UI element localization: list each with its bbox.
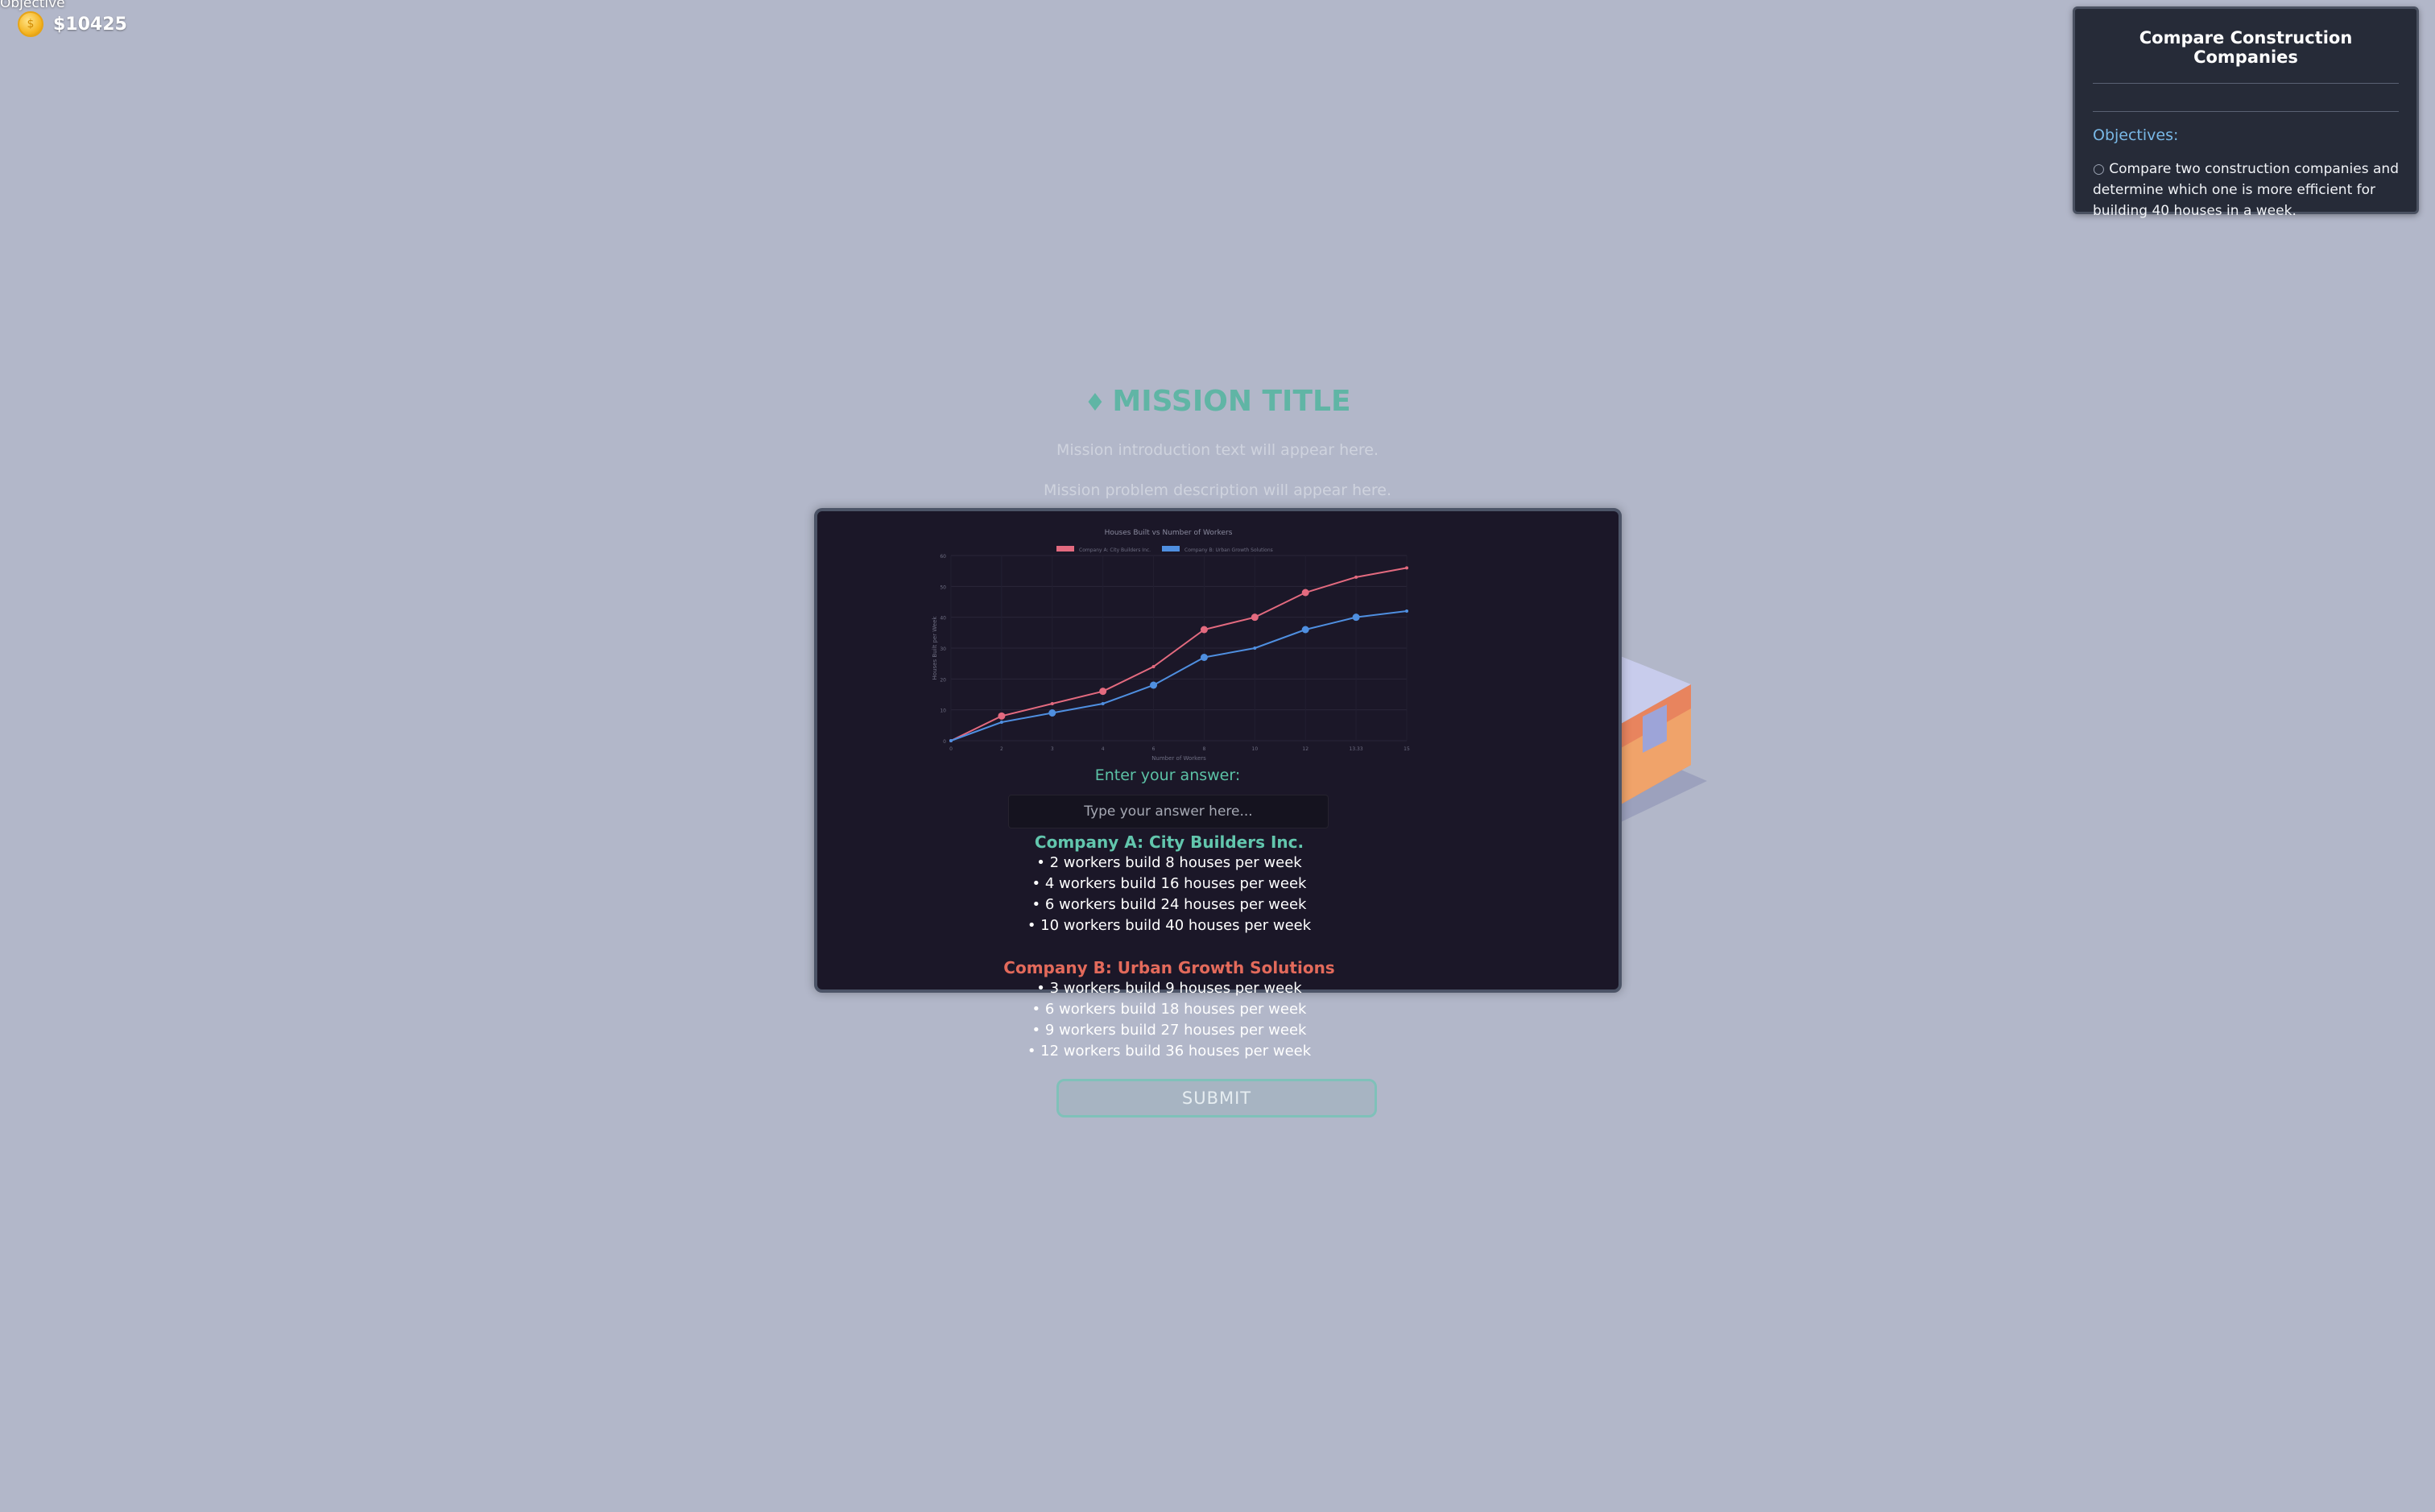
money-amount: $10425 bbox=[53, 14, 127, 35]
company-b-list: • 3 workers build 9 houses per week • 6 … bbox=[862, 978, 1477, 1062]
objectives-subtitle: Objectives: bbox=[2093, 126, 2179, 144]
series-line bbox=[950, 610, 1408, 742]
circle-bullet-icon: ○ bbox=[2093, 161, 2105, 177]
data-point bbox=[1048, 709, 1056, 717]
answer-input[interactable] bbox=[1008, 795, 1329, 828]
x-tick-label: 8 bbox=[1203, 746, 1206, 752]
objectives-panel-title: Compare Construction Companies bbox=[2139, 28, 2353, 67]
data-point bbox=[1150, 681, 1158, 689]
y-tick-label: 50 bbox=[940, 585, 946, 590]
data-point bbox=[1251, 613, 1259, 622]
x-tick-label: 6 bbox=[1152, 746, 1155, 752]
data-point bbox=[1354, 575, 1358, 579]
legend-swatch bbox=[1162, 546, 1180, 552]
list-item: • 4 workers build 16 houses per week bbox=[1031, 875, 1307, 892]
company-a-list: • 2 workers build 8 houses per week • 4 … bbox=[862, 853, 1477, 936]
data-point bbox=[1050, 702, 1054, 705]
list-item: • 2 workers build 8 houses per week bbox=[1036, 854, 1302, 871]
y-tick-label: 20 bbox=[940, 677, 946, 683]
hud-objective-label: Objective bbox=[0, 0, 65, 11]
list-item: • 6 workers build 18 houses per week bbox=[1031, 1001, 1307, 1018]
x-tick-label: 3 bbox=[1051, 746, 1054, 752]
answer-label: Enter your answer: bbox=[1094, 766, 1241, 784]
y-tick-label: 60 bbox=[940, 554, 946, 560]
list-item: • 12 workers build 36 houses per week bbox=[1027, 1043, 1312, 1060]
list-item: • 3 workers build 9 houses per week bbox=[1036, 980, 1302, 997]
mission-problem: Mission problem description will appear … bbox=[1043, 481, 1391, 499]
x-tick-label: 2 bbox=[1000, 746, 1003, 752]
data-point bbox=[1200, 626, 1208, 634]
chart-xlabel: Number of Workers bbox=[1151, 755, 1206, 762]
x-tick-label: 10 bbox=[1252, 746, 1259, 752]
legend-label: Company B: Urban Growth Solutions bbox=[1184, 547, 1273, 553]
data-point bbox=[949, 739, 953, 742]
x-tick-label: 12 bbox=[1302, 746, 1308, 752]
objective-text: Compare two construction companies and d… bbox=[2093, 161, 2399, 219]
mission-intro: Mission introduction text will appear he… bbox=[1056, 441, 1379, 459]
divider bbox=[2093, 83, 2399, 84]
data-point bbox=[1101, 702, 1105, 705]
data-point bbox=[1301, 626, 1309, 634]
y-tick-label: 40 bbox=[940, 616, 946, 622]
mission-title-text: MISSION TITLE bbox=[1112, 385, 1351, 418]
data-point bbox=[1301, 589, 1309, 597]
x-tick-label: 0 bbox=[949, 746, 953, 752]
data-point bbox=[1151, 665, 1155, 668]
diamond-icon: ♦ bbox=[1084, 389, 1106, 417]
y-tick-label: 0 bbox=[943, 739, 946, 745]
x-tick-label: 4 bbox=[1102, 746, 1105, 752]
data-point bbox=[1405, 609, 1408, 613]
data-point bbox=[1352, 613, 1360, 622]
data-point bbox=[1253, 647, 1257, 650]
list-item: • 9 workers build 27 houses per week bbox=[1031, 1022, 1307, 1039]
list-item: • 6 workers build 24 houses per week bbox=[1031, 896, 1307, 913]
data-point bbox=[998, 712, 1006, 720]
chart-ylabel: Houses Built per Week bbox=[932, 616, 938, 680]
chart-legend: Company A: City Builders Inc. Company B: … bbox=[1056, 546, 1273, 553]
chart-title: Houses Built vs Number of Workers bbox=[1105, 529, 1233, 537]
coin-icon: $ bbox=[18, 11, 43, 37]
legend-label: Company A: City Builders Inc. bbox=[1079, 547, 1151, 553]
objectives-panel: Compare Construction Companies Objective… bbox=[2073, 6, 2419, 219]
y-tick-label: 10 bbox=[940, 708, 946, 714]
list-item: • 10 workers build 40 houses per week bbox=[1027, 917, 1312, 934]
divider bbox=[2093, 111, 2399, 112]
data-point bbox=[999, 721, 1003, 724]
money-display: $ $10425 bbox=[18, 11, 127, 37]
data-point bbox=[1405, 566, 1408, 570]
company-a-title: Company A: City Builders Inc. bbox=[1034, 832, 1304, 852]
legend-swatch bbox=[1056, 546, 1074, 552]
chart-series bbox=[949, 566, 1408, 742]
company-b-title: Company B: Urban Growth Solutions bbox=[1003, 958, 1335, 977]
mission-title: ♦ MISSION TITLE bbox=[0, 385, 2435, 418]
objective-item: ○ Compare two construction companies and… bbox=[2093, 159, 2399, 221]
y-tick-label: 30 bbox=[940, 647, 946, 652]
chart-axes: 0 10 20 30 40 50 60 0 2 3 4 6 8 10 12 13.33 15 bbox=[940, 554, 1410, 752]
x-tick-label: 15 bbox=[1404, 746, 1410, 752]
data-point bbox=[1200, 654, 1208, 661]
series-line bbox=[950, 567, 1408, 742]
submit-button[interactable]: SUBMIT bbox=[1056, 1079, 1377, 1117]
houses-vs-workers-chart: Houses Built vs Number of Workers Compan… bbox=[932, 529, 1410, 762]
data-point bbox=[1099, 688, 1107, 696]
x-tick-label: 13.33 bbox=[1350, 746, 1363, 752]
